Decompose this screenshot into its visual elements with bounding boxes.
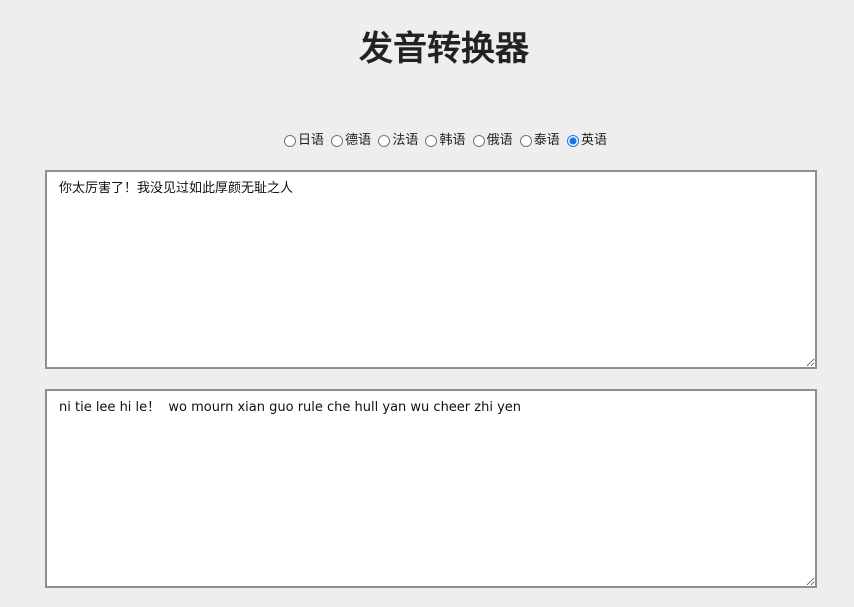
lang-option-english[interactable]: 英语 [566, 130, 607, 152]
source-text-input[interactable]: 你太厉害了！我没见过如此厚颜无耻之人 [45, 170, 817, 369]
lang-radio-english[interactable] [566, 135, 579, 147]
lang-option-french[interactable]: 法语 [378, 130, 418, 152]
lang-radio-french[interactable] [378, 135, 391, 147]
lang-label-japanese: 日语 [298, 133, 325, 148]
lang-label-korean: 韩语 [439, 133, 466, 148]
lang-option-russian[interactable]: 俄语 [472, 130, 513, 152]
lang-option-korean[interactable]: 韩语 [425, 130, 466, 152]
page-title: 发音转换器 [359, 29, 529, 69]
language-selector: 日语 德语 法语 韩语 俄语 泰语 英语 [0, 130, 854, 155]
lang-label-thai: 泰语 [533, 133, 560, 148]
lang-radio-russian[interactable] [472, 135, 485, 147]
lang-label-french: 法语 [392, 133, 419, 148]
lang-radio-korean[interactable] [425, 135, 438, 147]
lang-label-german: 德语 [345, 133, 372, 148]
lang-radio-german[interactable] [331, 135, 344, 147]
lang-radio-thai[interactable] [519, 135, 532, 147]
converted-text-output[interactable]: ni tie lee hi le！ wo mourn xian guo rule… [45, 389, 817, 588]
lang-label-english: 英语 [580, 133, 607, 148]
converter-page: 发音转换器 日语 德语 法语 韩语 俄语 泰语 英语 你太厉害了！我没见过如此厚… [0, 0, 854, 607]
lang-radio-japanese[interactable] [284, 135, 297, 147]
lang-option-japanese[interactable]: 日语 [284, 130, 324, 152]
lang-option-german[interactable]: 德语 [331, 130, 371, 152]
lang-option-thai[interactable]: 泰语 [519, 130, 560, 152]
lang-label-russian: 俄语 [486, 133, 513, 148]
